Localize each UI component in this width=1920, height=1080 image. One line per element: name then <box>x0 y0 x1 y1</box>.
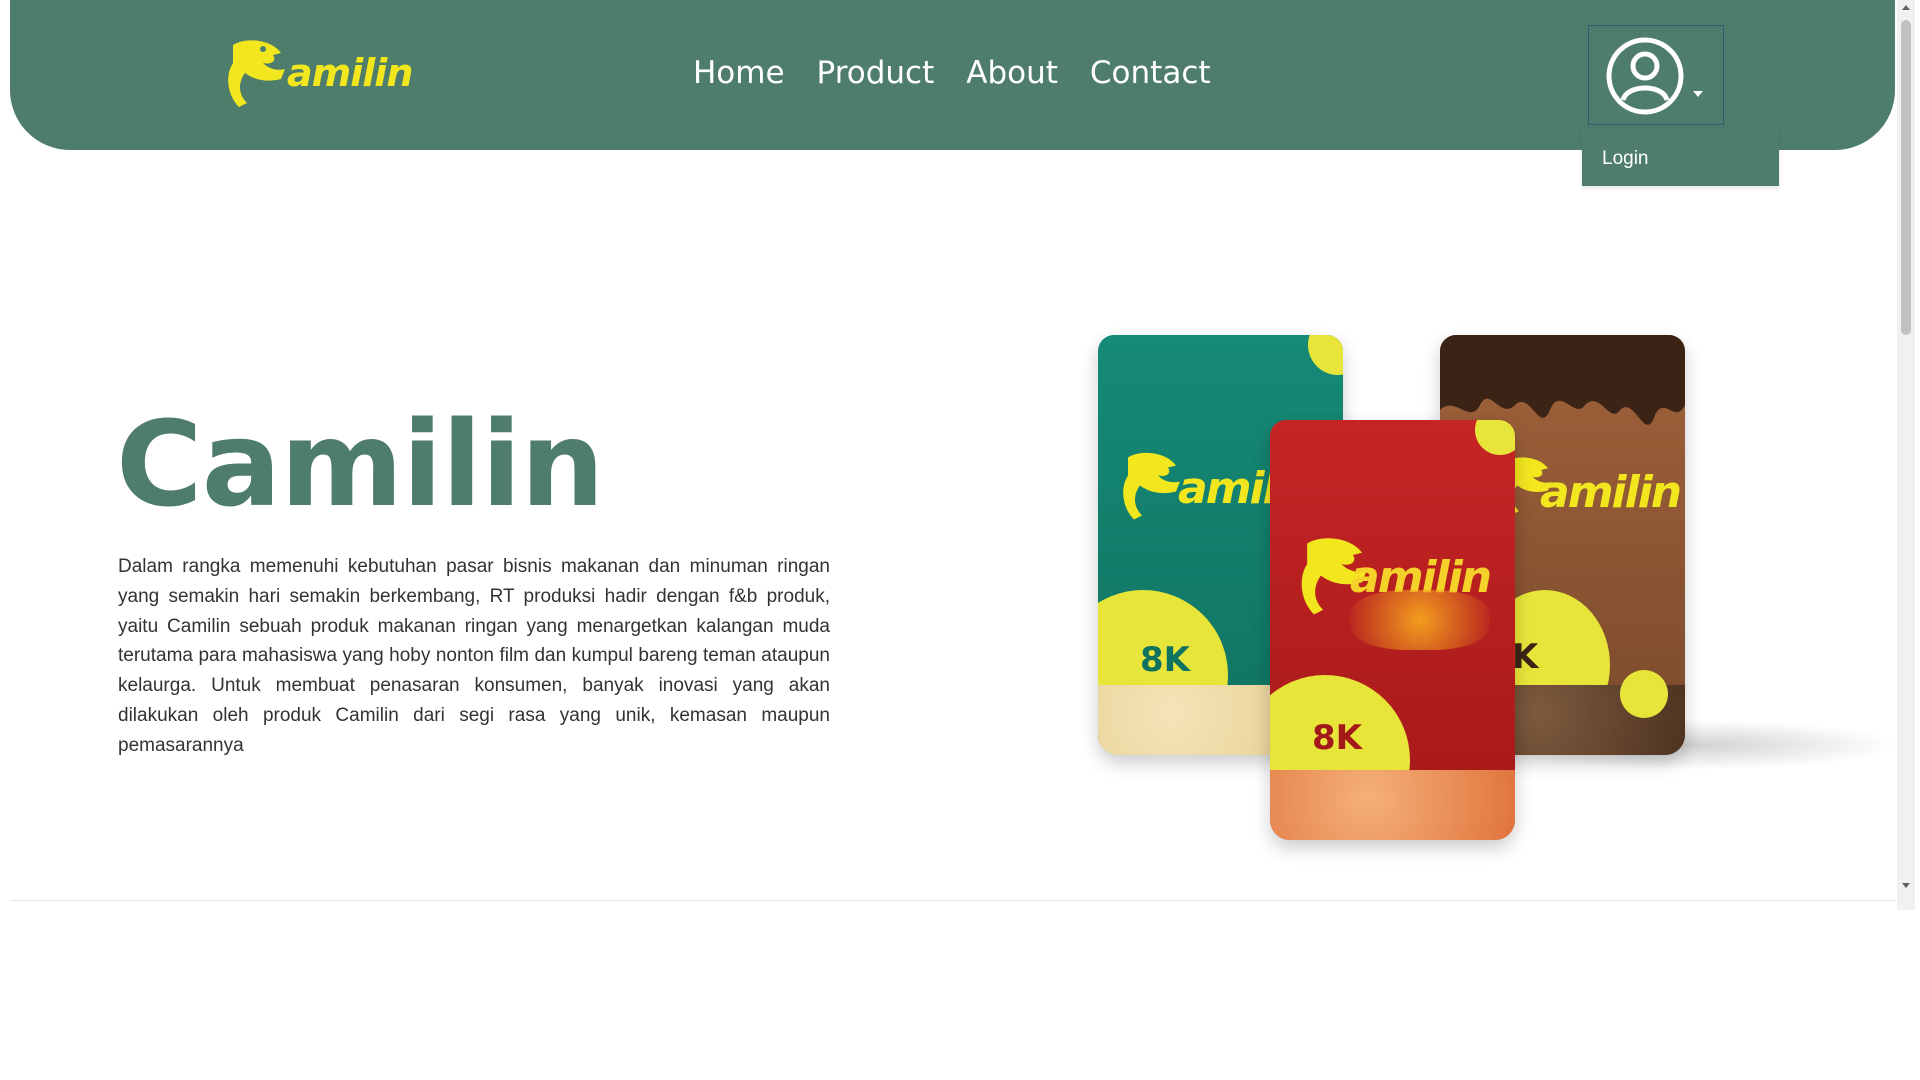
scroll-up-icon[interactable] <box>1902 5 1910 10</box>
product-packages-image: amil 8K amilin K amilin 8K <box>1080 320 1900 860</box>
green-package-price: 8K <box>1140 640 1191 680</box>
brown-badge <box>1620 670 1668 718</box>
chevron-down-icon <box>1693 91 1703 97</box>
scroll-down-icon[interactable] <box>1902 883 1910 888</box>
red-snack-image <box>1270 770 1515 840</box>
nav-home-link[interactable]: Home <box>693 55 785 91</box>
logo-text: amilin <box>287 50 413 95</box>
user-circle-icon <box>1606 37 1684 115</box>
brown-package-price: K <box>1512 637 1539 677</box>
brand-logo[interactable]: amilin <box>225 35 413 110</box>
nav-product-link[interactable]: Product <box>817 55 935 91</box>
brown-package-text: amilin <box>1540 467 1682 518</box>
red-package: amilin 8K <box>1270 420 1515 840</box>
user-menu-button[interactable] <box>1588 25 1724 125</box>
user-dropdown-menu: Login <box>1582 128 1779 186</box>
login-menu-item[interactable]: Login <box>1602 148 1649 170</box>
nav-contact-link[interactable]: Contact <box>1090 55 1211 91</box>
page-bottom-divider <box>10 900 1895 901</box>
green-package-text: amil <box>1178 463 1278 514</box>
red-corner-circle <box>1475 420 1515 455</box>
shark-logo-icon <box>228 40 285 107</box>
vertical-scrollbar[interactable] <box>1897 0 1915 910</box>
green-corner-circle <box>1308 335 1343 375</box>
hero-description: Dalam rangka memenuhi kebutuhan pasar bi… <box>118 556 830 756</box>
nav-about-link[interactable]: About <box>966 55 1058 91</box>
scrollbar-thumb[interactable] <box>1901 20 1911 335</box>
red-package-price: 8K <box>1312 718 1363 758</box>
flame-image <box>1350 590 1490 650</box>
hero-title: Camilin <box>116 395 605 533</box>
page: amilin Home Product About Contact Login … <box>0 0 1900 905</box>
nav-links: Home Product About Contact <box>693 55 1211 91</box>
